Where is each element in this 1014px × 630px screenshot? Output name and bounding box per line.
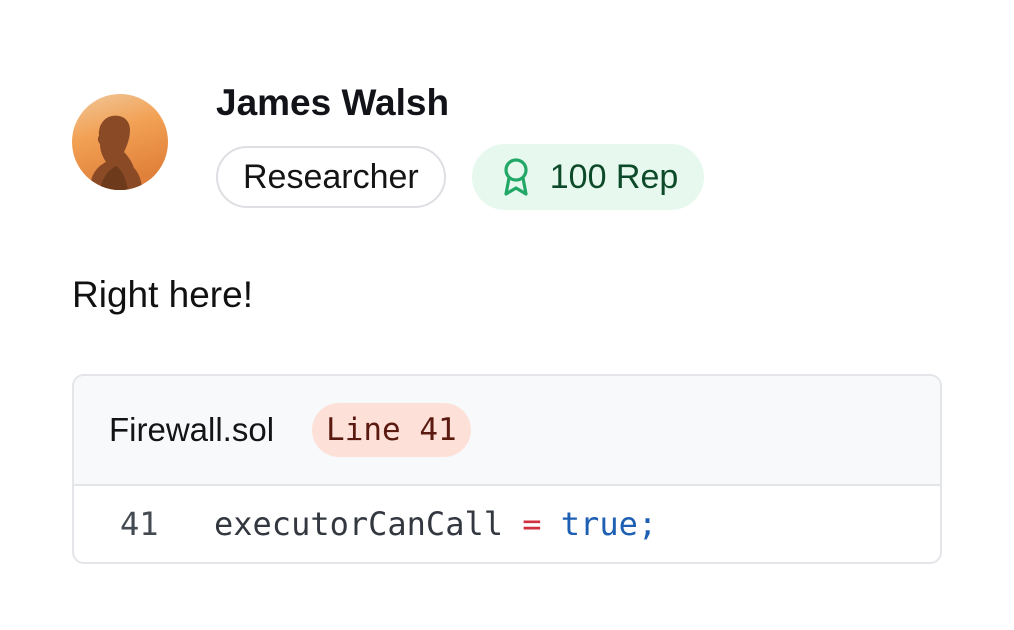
person-silhouette-icon [72, 94, 168, 190]
author-name[interactable]: James Walsh [216, 80, 704, 126]
author-badges: Researcher 100 Rep [216, 144, 705, 210]
award-ribbon-icon [500, 157, 532, 197]
reputation-label: 100 Rep [549, 157, 679, 196]
role-badge: Researcher [216, 146, 446, 208]
author-block: James Walsh Researcher 100 Rep [216, 80, 705, 210]
comment-text: Right here! [72, 274, 253, 315]
avatar[interactable] [72, 94, 168, 190]
reputation-badge: 100 Rep [471, 144, 705, 210]
code-identifier: executorCanCall [214, 505, 503, 543]
line-number: 41 [120, 505, 159, 543]
code-operator: = [522, 505, 542, 543]
code-reference-header: Firewall.sol Line 41 [74, 376, 940, 486]
comment-card: James Walsh Researcher 100 Rep Right her… [72, 80, 942, 564]
code-reference-card: Firewall.sol Line 41 41 executorCanCall … [72, 374, 942, 564]
code-value: true [560, 505, 638, 543]
code-terminator: ; [637, 505, 658, 543]
comment-header: James Walsh Researcher 100 Rep [72, 80, 942, 210]
file-name-link[interactable]: Firewall.sol [109, 411, 274, 449]
code-line: executorCanCall = true; [214, 505, 657, 543]
line-tag[interactable]: Line 41 [312, 403, 471, 457]
code-snippet: 41 executorCanCall = true; [74, 486, 940, 562]
